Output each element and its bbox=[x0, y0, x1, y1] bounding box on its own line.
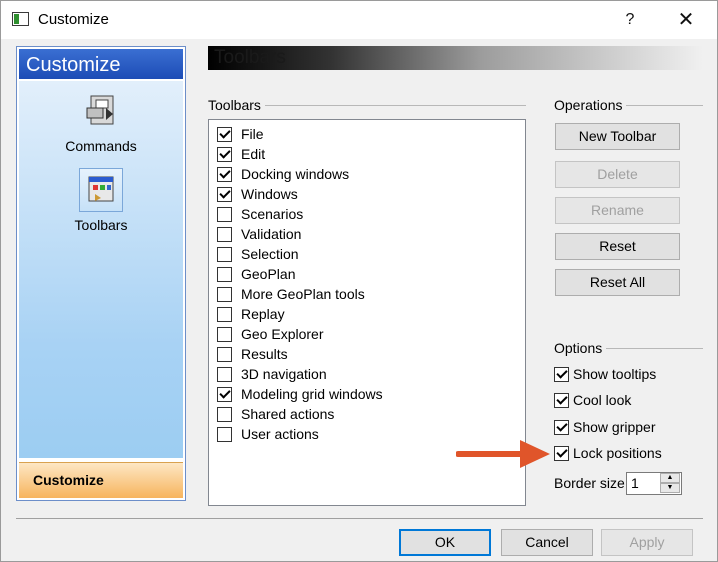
checkbox[interactable] bbox=[217, 226, 232, 242]
lock-positions-checkbox[interactable] bbox=[554, 445, 569, 461]
checkbox[interactable] bbox=[217, 386, 232, 402]
list-item[interactable]: Scenarios bbox=[217, 204, 517, 224]
app-icon bbox=[12, 12, 29, 26]
nav-item-toolbars[interactable] bbox=[79, 168, 123, 212]
checkbox[interactable] bbox=[217, 206, 232, 222]
checkbox[interactable] bbox=[217, 286, 232, 302]
spin-down-icon[interactable]: ▼ bbox=[660, 483, 680, 493]
new-toolbar-button[interactable]: New Toolbar bbox=[555, 123, 680, 150]
list-item-label: Validation bbox=[241, 226, 302, 242]
checkbox[interactable] bbox=[217, 126, 232, 142]
nav-footer[interactable]: Customize bbox=[19, 462, 183, 498]
nav-item-toolbars-label[interactable]: Toolbars bbox=[19, 217, 183, 233]
checkbox[interactable] bbox=[217, 326, 232, 342]
apply-button[interactable]: Apply bbox=[601, 529, 693, 556]
customize-dialog: Customize ? ✕ Customize Commands Toolbar… bbox=[0, 0, 718, 562]
list-item[interactable]: Edit bbox=[217, 144, 517, 164]
toolbars-group-label: Toolbars bbox=[208, 97, 265, 113]
list-item-label: Selection bbox=[241, 246, 299, 262]
checkbox[interactable] bbox=[217, 306, 232, 322]
window-title: Customize bbox=[38, 11, 109, 28]
checkbox[interactable] bbox=[217, 146, 232, 162]
list-item-label: Replay bbox=[241, 306, 285, 322]
commands-icon bbox=[86, 95, 114, 125]
list-item[interactable]: GeoPlan bbox=[217, 264, 517, 284]
list-item[interactable]: Docking windows bbox=[217, 164, 517, 184]
list-item-label: User actions bbox=[241, 426, 319, 442]
cool-look-option[interactable]: Cool look bbox=[554, 390, 631, 410]
page-header: Toolbars bbox=[208, 46, 703, 70]
nav-item-commands-label[interactable]: Commands bbox=[19, 138, 183, 154]
rename-button[interactable]: Rename bbox=[555, 197, 680, 224]
list-item-label: Geo Explorer bbox=[241, 326, 324, 342]
list-item[interactable]: Replay bbox=[217, 304, 517, 324]
ok-button[interactable]: OK bbox=[399, 529, 491, 556]
nav-header: Customize bbox=[19, 49, 183, 79]
checkbox[interactable] bbox=[217, 426, 232, 442]
list-item-label: GeoPlan bbox=[241, 266, 296, 282]
checkbox[interactable] bbox=[217, 166, 232, 182]
page-title: Toolbars bbox=[214, 47, 286, 68]
title-bar: Customize ? ✕ bbox=[1, 1, 717, 39]
toolbars-icon bbox=[88, 176, 114, 202]
show-tooltips-checkbox[interactable] bbox=[554, 366, 569, 382]
cool-look-label: Cool look bbox=[573, 392, 632, 408]
list-item-label: Docking windows bbox=[241, 166, 350, 182]
list-item[interactable]: Modeling grid windows bbox=[217, 384, 517, 404]
close-button[interactable]: ✕ bbox=[663, 1, 709, 39]
delete-button[interactable]: Delete bbox=[555, 161, 680, 188]
reset-all-button[interactable]: Reset All bbox=[555, 269, 680, 296]
show-gripper-option[interactable]: Show gripper bbox=[554, 417, 656, 437]
options-group-label: Options bbox=[554, 340, 607, 356]
show-gripper-label: Show gripper bbox=[573, 419, 656, 435]
list-item[interactable]: Results bbox=[217, 344, 517, 364]
spin-up-icon[interactable]: ▲ bbox=[660, 473, 680, 483]
list-item-label: 3D navigation bbox=[241, 366, 327, 382]
border-size-label: Border size bbox=[554, 475, 625, 491]
operations-group-label: Operations bbox=[554, 97, 627, 113]
list-item-label: More GeoPlan tools bbox=[241, 286, 365, 302]
list-item[interactable]: More GeoPlan tools bbox=[217, 284, 517, 304]
list-item-label: File bbox=[241, 126, 264, 142]
checkbox[interactable] bbox=[217, 346, 232, 362]
show-gripper-checkbox[interactable] bbox=[554, 419, 569, 435]
list-item-label: Edit bbox=[241, 146, 266, 162]
nav-item-commands[interactable] bbox=[79, 90, 123, 134]
checkbox[interactable] bbox=[217, 186, 232, 202]
checkbox[interactable] bbox=[217, 246, 232, 262]
show-tooltips-option[interactable]: Show tooltips bbox=[554, 364, 656, 384]
list-item[interactable]: Windows bbox=[217, 184, 517, 204]
nav-pane: Customize Commands Toolbars Customize bbox=[16, 46, 186, 501]
list-item[interactable]: Validation bbox=[217, 224, 517, 244]
list-item-label: Windows bbox=[241, 186, 298, 202]
lock-positions-label: Lock positions bbox=[573, 445, 662, 461]
list-item-label: Results bbox=[241, 346, 288, 362]
list-item-label: Scenarios bbox=[241, 206, 304, 222]
nav-body: Commands Toolbars bbox=[19, 81, 183, 458]
list-item[interactable]: Selection bbox=[217, 244, 517, 264]
list-item[interactable]: File bbox=[217, 124, 517, 144]
help-button[interactable]: ? bbox=[607, 1, 653, 39]
list-item-label: Modeling grid windows bbox=[241, 386, 383, 402]
show-tooltips-label: Show tooltips bbox=[573, 366, 657, 382]
lock-positions-option[interactable]: Lock positions bbox=[554, 443, 662, 463]
checkbox[interactable] bbox=[217, 266, 232, 282]
border-size-spinner[interactable]: ▲ ▼ bbox=[660, 473, 681, 494]
list-item-label: Shared actions bbox=[241, 406, 335, 422]
checkbox[interactable] bbox=[217, 366, 232, 382]
list-item[interactable]: 3D navigation bbox=[217, 364, 517, 384]
cool-look-checkbox[interactable] bbox=[554, 392, 569, 408]
reset-button[interactable]: Reset bbox=[555, 233, 680, 260]
footer-separator bbox=[16, 518, 703, 519]
list-item[interactable]: Geo Explorer bbox=[217, 324, 517, 344]
cancel-button[interactable]: Cancel bbox=[501, 529, 593, 556]
list-item[interactable]: Shared actions bbox=[217, 404, 517, 424]
checkbox[interactable] bbox=[217, 406, 232, 422]
annotation-arrow-icon bbox=[456, 440, 550, 468]
